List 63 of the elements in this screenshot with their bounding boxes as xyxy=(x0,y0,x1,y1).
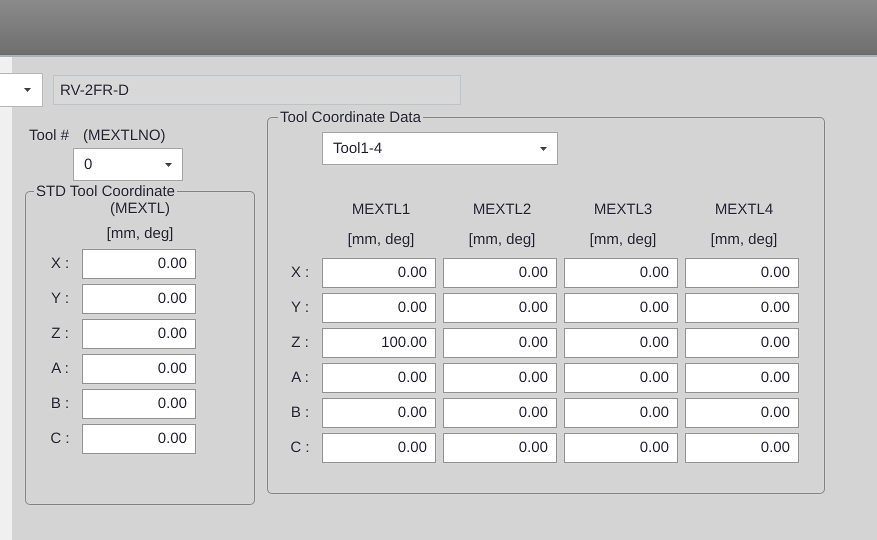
value-field[interactable]: 0.00 xyxy=(322,398,436,428)
axis-label: Y : xyxy=(50,290,70,307)
value-field[interactable]: 0.00 xyxy=(443,258,557,288)
unit-label: [mm, deg] xyxy=(710,230,778,250)
axis-label: A : xyxy=(50,360,70,377)
axis-label: Z : xyxy=(50,325,70,342)
column-header: MEXTL1 xyxy=(350,200,412,220)
value-field[interactable]: 0.00 xyxy=(443,362,557,392)
value-field[interactable]: 0.00 xyxy=(685,328,799,358)
value-field[interactable]: 0.00 xyxy=(82,388,196,418)
value-field[interactable]: 0.00 xyxy=(82,354,196,384)
value-field[interactable]: 0.00 xyxy=(443,432,557,462)
value-field[interactable]: 0.00 xyxy=(685,292,799,322)
value-field[interactable]: 0.00 xyxy=(82,424,196,454)
value-field[interactable]: 0.00 xyxy=(564,432,678,462)
parameter-label: (MEXTLNO) xyxy=(83,127,166,144)
value-field[interactable]: 0.00 xyxy=(443,328,557,358)
column-header: MEXTL2 xyxy=(472,200,532,220)
group-title: STD Tool Coordinate xyxy=(35,183,176,200)
dropdown-caret-icon xyxy=(540,146,547,150)
tool-set-dropdown[interactable]: Tool1-4 xyxy=(322,132,558,165)
value-field[interactable]: 0.00 xyxy=(322,362,436,392)
parameter-label: (MEXTL) xyxy=(109,200,171,217)
value-field[interactable]: 0.00 xyxy=(443,398,557,428)
column-header: MEXTL4 xyxy=(714,200,774,220)
field-label: Tool # xyxy=(29,127,70,144)
value-field[interactable]: 0.00 xyxy=(322,292,436,322)
value-field[interactable]: 0.00 xyxy=(564,258,678,288)
value-field[interactable]: 0.00 xyxy=(685,258,799,288)
axis-label: B : xyxy=(50,395,70,412)
unit-label: [mm, deg] xyxy=(468,230,536,250)
value-field[interactable]: 0.00 xyxy=(564,328,678,358)
value-field[interactable]: 0.00 xyxy=(564,398,678,428)
value-field[interactable]: 0.00 xyxy=(564,362,678,392)
dropdown-caret-icon xyxy=(165,162,172,166)
axis-label: Z : xyxy=(290,334,310,351)
column-header: MEXTL3 xyxy=(592,200,654,220)
unit-label: [mm, deg] xyxy=(346,230,416,250)
axis-label: C : xyxy=(49,430,71,447)
value-field[interactable]: 0.00 xyxy=(685,398,799,428)
axis-label: X : xyxy=(290,264,310,281)
value-field[interactable]: 0.00 xyxy=(82,318,196,348)
value-field[interactable]: 0.00 xyxy=(322,432,436,462)
axis-label: X : xyxy=(50,255,70,272)
value-field[interactable]: 0.00 xyxy=(685,362,799,392)
axis-label: A : xyxy=(290,369,310,386)
value-field[interactable]: 0.00 xyxy=(685,432,799,462)
axis-label: B : xyxy=(290,404,310,421)
group-title: Tool Coordinate Data xyxy=(279,109,422,126)
value-field[interactable]: 0.00 xyxy=(564,292,678,322)
value-field[interactable]: 0.00 xyxy=(443,292,557,322)
value-field[interactable]: 0.00 xyxy=(82,284,196,314)
value-field[interactable]: 0.00 xyxy=(82,248,196,278)
robot-dropdown[interactable] xyxy=(0,73,43,107)
dropdown-caret-icon xyxy=(24,88,30,92)
unit-label: [mm, deg] xyxy=(106,225,174,242)
axis-label: Y : xyxy=(290,299,310,316)
value-field[interactable]: 100.00 xyxy=(322,328,436,358)
unit-label: [mm, deg] xyxy=(588,230,658,250)
tool-number-dropdown[interactable]: 0 xyxy=(73,148,183,181)
model-field: RV-2FR-D xyxy=(53,75,461,105)
axis-label: C : xyxy=(289,439,311,456)
value-field[interactable]: 0.00 xyxy=(322,258,436,288)
